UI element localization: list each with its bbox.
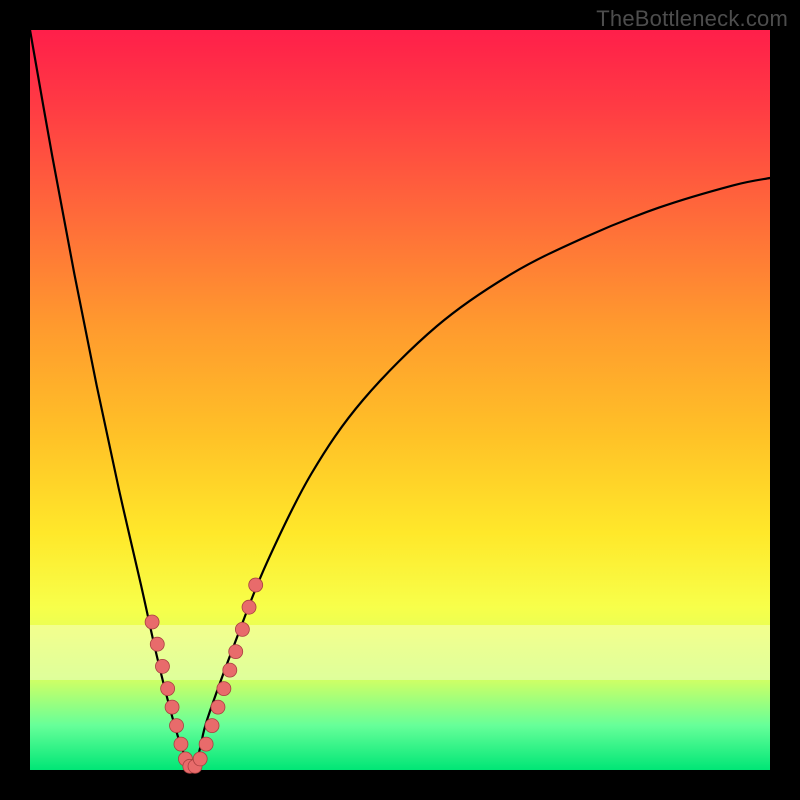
- data-dot: [223, 663, 237, 677]
- data-dot: [193, 752, 207, 766]
- data-dot: [170, 719, 184, 733]
- data-dot: [174, 737, 188, 751]
- data-dot: [249, 578, 263, 592]
- data-dot: [229, 645, 243, 659]
- data-dot: [161, 682, 175, 696]
- data-dot: [145, 615, 159, 629]
- bottleneck-curve: [30, 30, 770, 770]
- watermark-text: TheBottleneck.com: [596, 6, 788, 32]
- data-dot: [242, 600, 256, 614]
- curve-svg: [30, 30, 770, 770]
- chart-frame: TheBottleneck.com: [0, 0, 800, 800]
- data-dot: [205, 719, 219, 733]
- data-dot: [211, 700, 225, 714]
- data-dot: [217, 682, 231, 696]
- data-dot: [235, 622, 249, 636]
- data-dot: [155, 659, 169, 673]
- data-dot: [165, 700, 179, 714]
- data-dot: [199, 737, 213, 751]
- data-dot: [150, 637, 164, 651]
- dot-layer: [145, 578, 263, 773]
